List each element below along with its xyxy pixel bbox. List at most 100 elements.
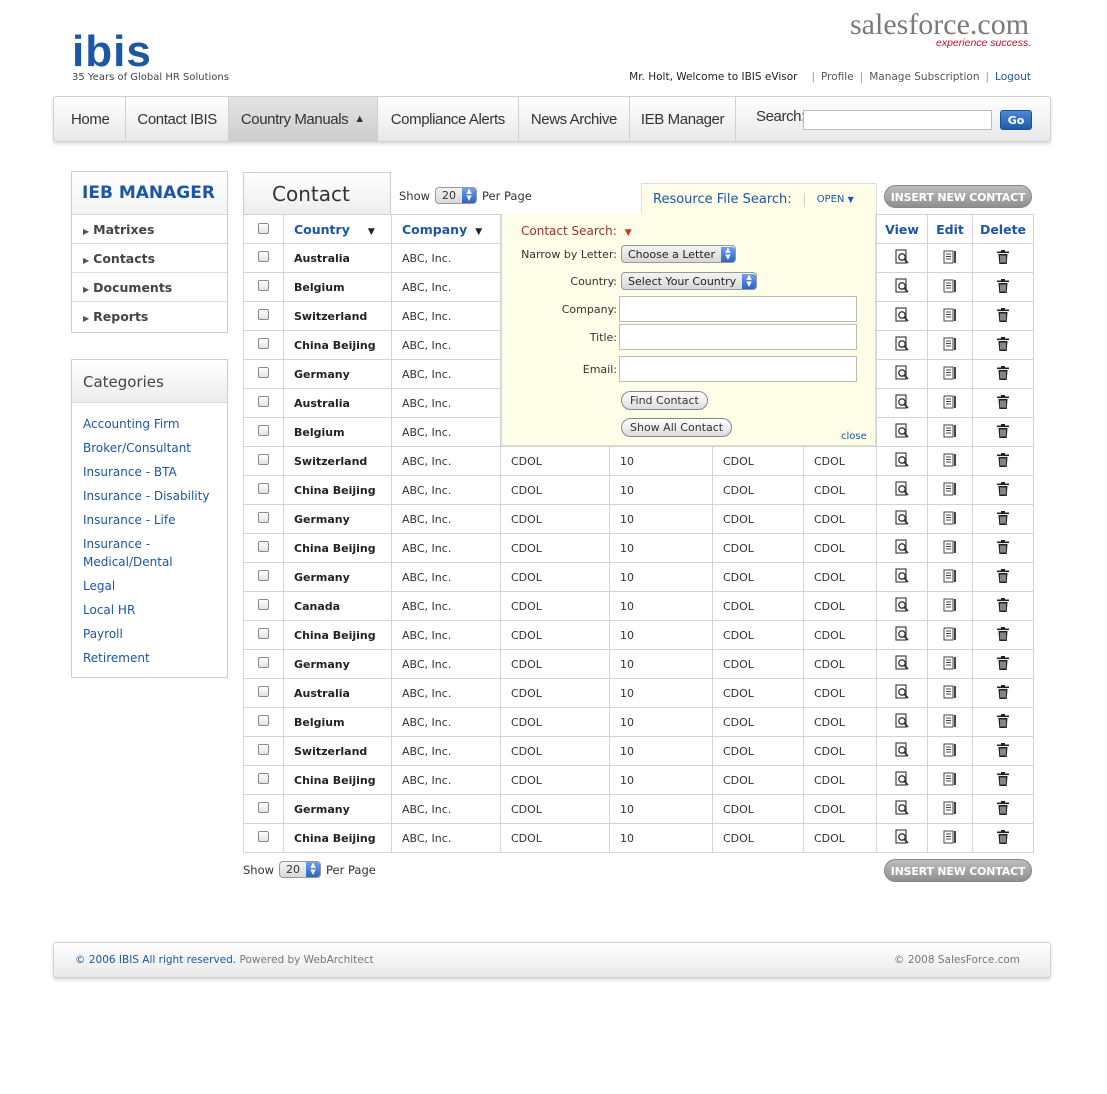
insert-new-contact-button[interactable]: INSERT NEW CONTACT bbox=[884, 185, 1032, 208]
edit-icon[interactable] bbox=[942, 423, 958, 442]
trash-icon[interactable] bbox=[995, 742, 1011, 761]
edit-icon[interactable] bbox=[942, 365, 958, 384]
row-checkbox[interactable] bbox=[258, 483, 269, 494]
close-link[interactable]: close bbox=[841, 431, 867, 442]
row-checkbox[interactable] bbox=[258, 541, 269, 552]
view-icon[interactable] bbox=[894, 335, 910, 355]
edit-icon[interactable] bbox=[942, 336, 958, 355]
title-field[interactable] bbox=[619, 324, 857, 350]
tab-contact-ibis[interactable]: Contact IBIS bbox=[126, 97, 229, 141]
row-checkbox[interactable] bbox=[258, 686, 269, 697]
trash-icon[interactable] bbox=[995, 452, 1011, 471]
trash-icon[interactable] bbox=[995, 829, 1011, 848]
category-link[interactable]: Retirement bbox=[83, 649, 227, 667]
country-select[interactable]: Select Your Country ▲ ▼ bbox=[621, 272, 758, 290]
open-toggle[interactable]: OPEN ▼ bbox=[817, 194, 854, 205]
edit-icon[interactable] bbox=[942, 278, 958, 297]
edit-icon[interactable] bbox=[942, 307, 958, 326]
category-link[interactable]: Insurance - Medical/Dental bbox=[83, 535, 193, 571]
trash-icon[interactable] bbox=[995, 365, 1011, 384]
view-icon[interactable] bbox=[894, 248, 910, 268]
view-icon[interactable] bbox=[894, 393, 910, 413]
tab-home[interactable]: Home bbox=[54, 97, 127, 141]
category-link[interactable]: Insurance - Disability bbox=[83, 487, 227, 505]
go-button[interactable]: Go bbox=[1000, 110, 1032, 130]
tab-country-manuals[interactable]: Country Manuals ▲ bbox=[228, 97, 378, 141]
trash-icon[interactable] bbox=[995, 307, 1011, 326]
edit-icon[interactable] bbox=[942, 510, 958, 529]
view-icon[interactable] bbox=[894, 654, 910, 674]
insert-new-contact-button-bottom[interactable]: INSERT NEW CONTACT bbox=[884, 859, 1032, 882]
row-checkbox[interactable] bbox=[258, 715, 269, 726]
row-checkbox[interactable] bbox=[258, 802, 269, 813]
view-icon[interactable] bbox=[894, 596, 910, 616]
ibis-logo[interactable]: ibis bbox=[72, 30, 152, 74]
view-icon[interactable] bbox=[894, 538, 910, 558]
category-link[interactable]: Accounting Firm bbox=[83, 415, 227, 433]
trash-icon[interactable] bbox=[995, 713, 1011, 732]
view-icon[interactable] bbox=[894, 828, 910, 848]
view-icon[interactable] bbox=[894, 712, 910, 732]
edit-icon[interactable] bbox=[942, 800, 958, 819]
view-icon[interactable] bbox=[894, 741, 910, 761]
trash-icon[interactable] bbox=[995, 423, 1011, 442]
view-icon[interactable] bbox=[894, 306, 910, 326]
row-checkbox[interactable] bbox=[258, 454, 269, 465]
row-checkbox[interactable] bbox=[258, 570, 269, 581]
view-icon[interactable] bbox=[894, 509, 910, 529]
row-checkbox[interactable] bbox=[258, 425, 269, 436]
row-checkbox[interactable] bbox=[258, 599, 269, 610]
profile-link[interactable]: Profile bbox=[821, 71, 854, 83]
category-link[interactable]: Broker/Consultant bbox=[83, 439, 227, 457]
category-link[interactable]: Local HR bbox=[83, 601, 227, 619]
edit-icon[interactable] bbox=[942, 684, 958, 703]
category-link[interactable]: Insurance - Life bbox=[83, 511, 227, 529]
view-icon[interactable] bbox=[894, 683, 910, 703]
edit-icon[interactable] bbox=[942, 626, 958, 645]
view-icon[interactable] bbox=[894, 770, 910, 790]
sidebar-item-reports[interactable]: ▶ Reports bbox=[72, 302, 227, 331]
view-icon[interactable] bbox=[894, 480, 910, 500]
trash-icon[interactable] bbox=[995, 539, 1011, 558]
trash-icon[interactable] bbox=[995, 771, 1011, 790]
row-checkbox[interactable] bbox=[258, 309, 269, 320]
row-checkbox[interactable] bbox=[258, 396, 269, 407]
trash-icon[interactable] bbox=[995, 336, 1011, 355]
view-icon[interactable] bbox=[894, 277, 910, 297]
edit-icon[interactable] bbox=[942, 452, 958, 471]
category-link[interactable]: Insurance - BTA bbox=[83, 463, 227, 481]
category-link[interactable]: Legal bbox=[83, 577, 227, 595]
manage-subscription-link[interactable]: Manage Subscription bbox=[869, 71, 979, 83]
row-checkbox[interactable] bbox=[258, 367, 269, 378]
tab-ieb-manager[interactable]: IEB Manager bbox=[630, 97, 737, 141]
edit-icon[interactable] bbox=[942, 597, 958, 616]
trash-icon[interactable] bbox=[995, 626, 1011, 645]
per-page-select-bottom[interactable]: 20 ▲ ▼ bbox=[279, 861, 322, 878]
view-icon[interactable] bbox=[894, 567, 910, 587]
trash-icon[interactable] bbox=[995, 510, 1011, 529]
trash-icon[interactable] bbox=[995, 278, 1011, 297]
edit-icon[interactable] bbox=[942, 249, 958, 268]
tab-news-archive[interactable]: News Archive bbox=[519, 97, 630, 141]
view-icon[interactable] bbox=[894, 364, 910, 384]
view-icon[interactable] bbox=[894, 799, 910, 819]
row-checkbox[interactable] bbox=[258, 773, 269, 784]
find-contact-button[interactable]: Find Contact bbox=[621, 391, 708, 410]
edit-icon[interactable] bbox=[942, 394, 958, 413]
email-field[interactable] bbox=[619, 356, 857, 382]
trash-icon[interactable] bbox=[995, 655, 1011, 674]
letter-select[interactable]: Choose a Letter ▲ ▼ bbox=[621, 245, 736, 263]
sidebar-item-contacts[interactable]: ▶ Contacts bbox=[72, 244, 227, 273]
trash-icon[interactable] bbox=[995, 481, 1011, 500]
row-checkbox[interactable] bbox=[258, 338, 269, 349]
trash-icon[interactable] bbox=[995, 249, 1011, 268]
view-icon[interactable] bbox=[894, 451, 910, 471]
row-checkbox[interactable] bbox=[258, 831, 269, 842]
logout-link[interactable]: Logout bbox=[995, 71, 1031, 83]
per-page-select[interactable]: 20 ▲ ▼ bbox=[435, 187, 478, 204]
edit-icon[interactable] bbox=[942, 771, 958, 790]
header-company[interactable]: Company ▼ bbox=[391, 214, 501, 244]
header-country[interactable]: Country ▼ bbox=[283, 214, 392, 244]
show-all-contact-button[interactable]: Show All Contact bbox=[621, 418, 733, 437]
edit-icon[interactable] bbox=[942, 568, 958, 587]
